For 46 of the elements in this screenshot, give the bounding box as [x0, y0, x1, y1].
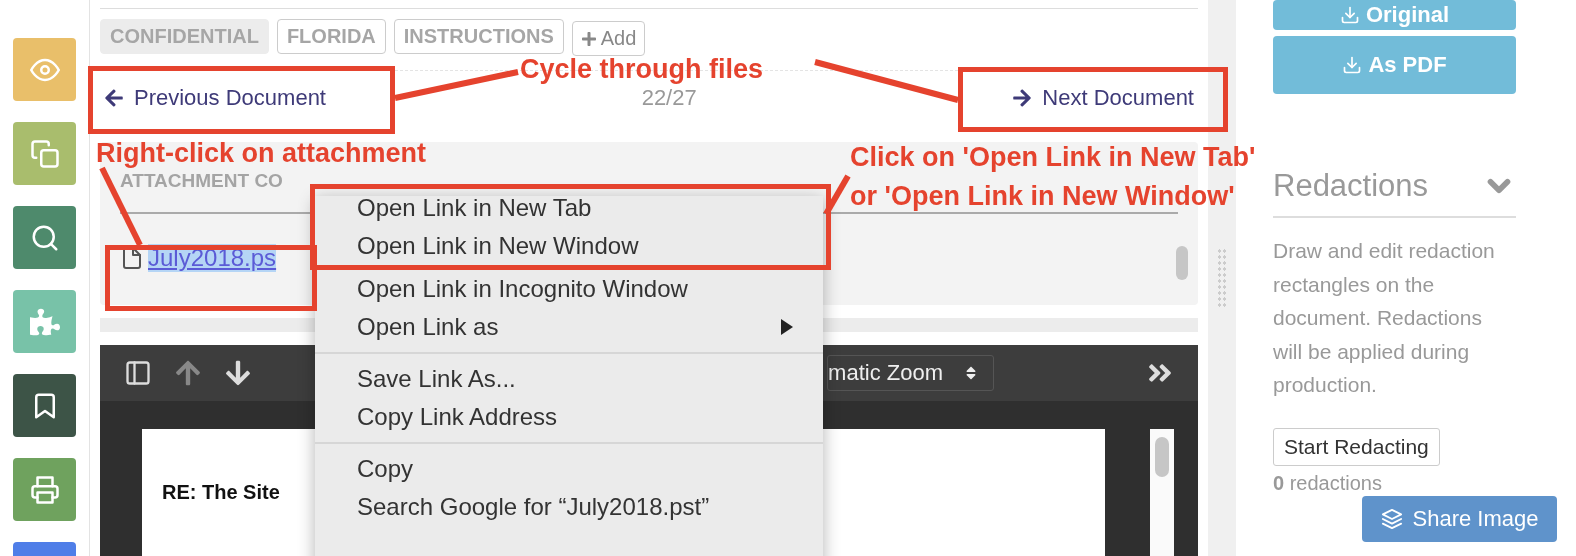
up-arrow-icon[interactable]: [174, 359, 202, 387]
tag: CONFIDENTIAL: [100, 19, 269, 54]
redaction-count: 0 redactions: [1273, 471, 1383, 495]
zoom-select[interactable]: matic Zoom: [827, 355, 994, 391]
sidebar-toggle-icon[interactable]: [124, 359, 152, 387]
document-position: 22/27: [641, 84, 697, 111]
menu-item[interactable]: Copy: [315, 450, 823, 488]
menu-item[interactable]: Open Link in New Window: [315, 227, 826, 265]
annotation-text: Cycle through files: [520, 53, 764, 86]
plus-icon: [580, 30, 597, 47]
tag: FLORIDA: [276, 19, 386, 54]
left-arrow-icon: [104, 87, 124, 108]
section-title: Redactions: [1273, 168, 1429, 204]
menu-item[interactable]: Save Link As...: [315, 360, 823, 398]
bookmark-button[interactable]: [13, 374, 76, 437]
section-label: ATTACHMENT CO: [120, 170, 283, 193]
next-document-link[interactable]: Next Document: [1012, 84, 1194, 111]
download-icon: [1339, 5, 1360, 25]
previous-document-link[interactable]: Previous Document: [104, 84, 326, 111]
description: Draw and edit redaction rectangles on the document. Redactions will be applied during production.: [1273, 238, 1496, 398]
copy-icon: [29, 138, 60, 169]
eye-button[interactable]: [13, 38, 76, 101]
tag: INSTRUCTIONS: [393, 19, 564, 54]
start-redacting-button[interactable]: Start Redacting: [1273, 427, 1440, 466]
annotation-text: or 'Open Link in New Window': [850, 180, 1235, 213]
search-button[interactable]: [13, 206, 76, 269]
puzzle-icon: [29, 306, 60, 337]
copy-button[interactable]: [13, 122, 76, 185]
menu-item[interactable]: Open Link as: [315, 308, 823, 346]
layers-icon: [1380, 508, 1403, 530]
puzzle-button[interactable]: [13, 290, 76, 353]
scrollbar-thumb[interactable]: [1176, 246, 1188, 281]
menu-item[interactable]: Search Google for “July2018.pst”: [315, 488, 823, 526]
menu-item[interactable]: Open Link in New Tab: [315, 189, 826, 227]
annotation-text: Click on 'Open Link in New Tab': [850, 141, 1256, 174]
submenu-arrow-icon: [781, 319, 793, 335]
menu-item[interactable]: Copy Link Address: [315, 398, 823, 436]
add-tag-button[interactable]: Add: [571, 21, 646, 56]
down-arrow-icon[interactable]: [224, 359, 252, 387]
print-icon: [29, 474, 60, 505]
download-icon: [1342, 55, 1363, 75]
page-text: RE: The Site: [162, 481, 280, 503]
print-button[interactable]: [13, 458, 76, 521]
menu-item[interactable]: Open Link in Incognito Window: [315, 270, 823, 308]
right-arrow-icon: [1012, 87, 1033, 108]
annotation-text: Right-click on attachment: [96, 137, 427, 170]
